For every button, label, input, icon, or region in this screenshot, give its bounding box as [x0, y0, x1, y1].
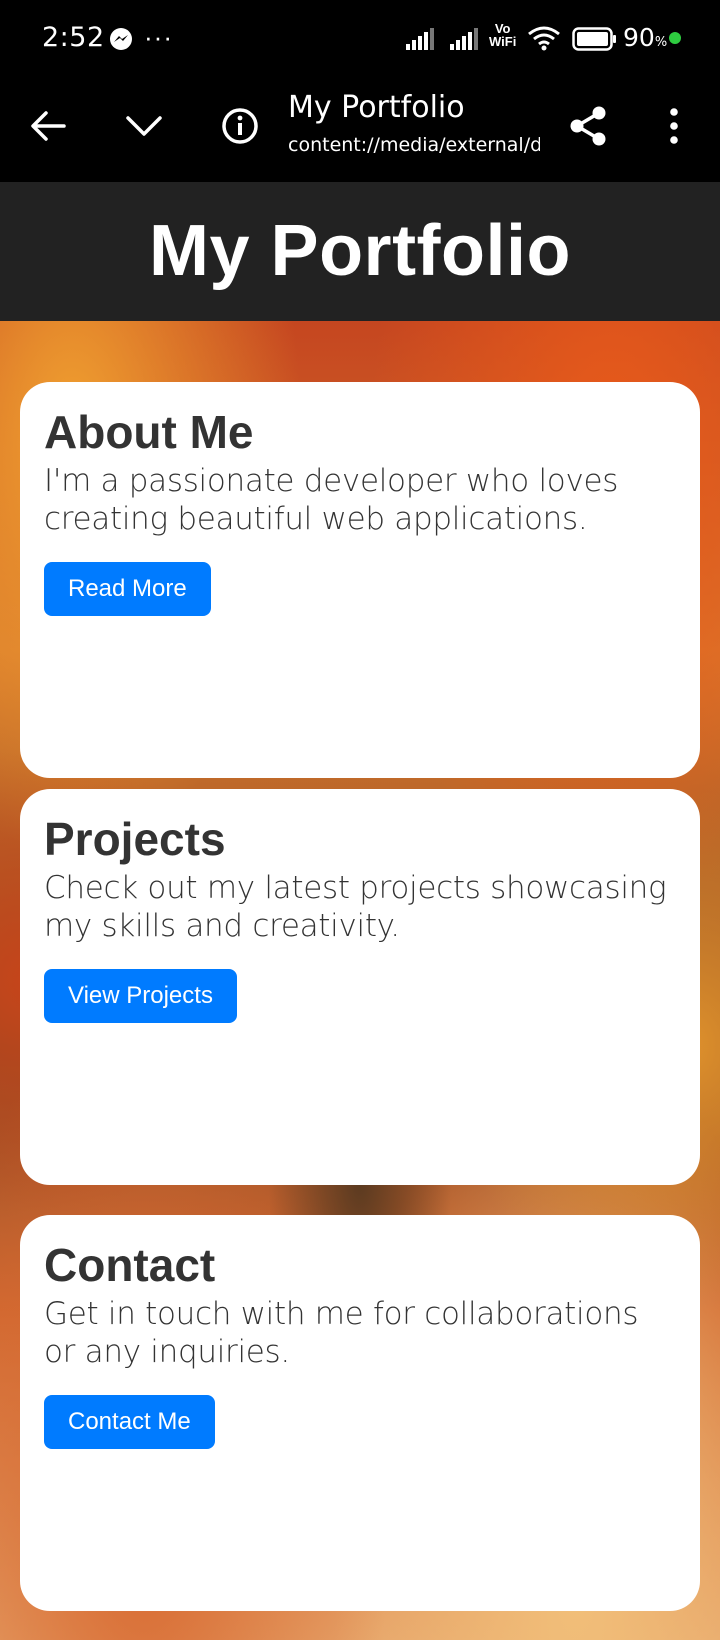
page-header: My Portfolio — [0, 182, 720, 321]
card-text: Check out my latest projects showcasing … — [44, 870, 667, 944]
privacy-indicator-dot — [669, 32, 681, 44]
contact-card: Contact Get in touch with me for collabo… — [20, 1215, 700, 1611]
battery-icon — [572, 27, 616, 51]
card-title: About Me — [44, 406, 254, 458]
read-more-button[interactable]: Read More — [44, 562, 211, 616]
view-projects-button[interactable]: View Projects — [44, 969, 237, 1023]
info-icon — [222, 108, 258, 144]
share-icon — [570, 106, 606, 146]
signal-strength-icon — [450, 28, 478, 50]
share-button[interactable] — [562, 100, 614, 152]
card-text: I'm a passionate developer who loves cre… — [44, 463, 619, 537]
card-text: Get in touch with me for collaborations … — [44, 1296, 639, 1370]
browser-page-title: My Portfolio — [288, 90, 465, 125]
page-info-button[interactable] — [214, 100, 266, 152]
projects-card: Projects Check out my latest projects sh… — [20, 789, 700, 1185]
messenger-icon — [110, 28, 132, 50]
back-button[interactable] — [22, 100, 74, 152]
card-title: Projects — [44, 813, 226, 865]
vowifi-icon: Vo WiFi — [489, 22, 516, 48]
more-vertical-icon — [670, 108, 678, 144]
collapse-button[interactable] — [118, 100, 170, 152]
status-time: 2:52 — [42, 22, 105, 53]
contact-me-button[interactable]: Contact Me — [44, 1395, 215, 1449]
arrow-left-icon — [31, 111, 66, 141]
battery-unit: % — [654, 35, 668, 50]
chevron-down-icon — [126, 116, 162, 136]
browser-toolbar: My Portfolio content://media/external/do… — [0, 78, 720, 182]
page-title: My Portfolio — [149, 211, 571, 291]
card-title: Contact — [44, 1239, 216, 1291]
battery-value: 90 — [623, 23, 655, 52]
overflow-menu-button[interactable] — [648, 100, 700, 152]
browser-url[interactable]: content://media/external/downloads — [288, 134, 540, 156]
battery-percentage: 90% — [623, 23, 667, 52]
signal-strength-icon — [406, 28, 434, 50]
vowifi-bottom: WiFi — [489, 34, 517, 49]
about-me-card: About Me I'm a passionate developer who … — [20, 382, 700, 778]
more-notifications-icon: ··· — [144, 22, 173, 52]
status-bar: 2:52 ··· Vo WiFi 90% — [0, 0, 720, 78]
wifi-icon — [528, 26, 560, 51]
